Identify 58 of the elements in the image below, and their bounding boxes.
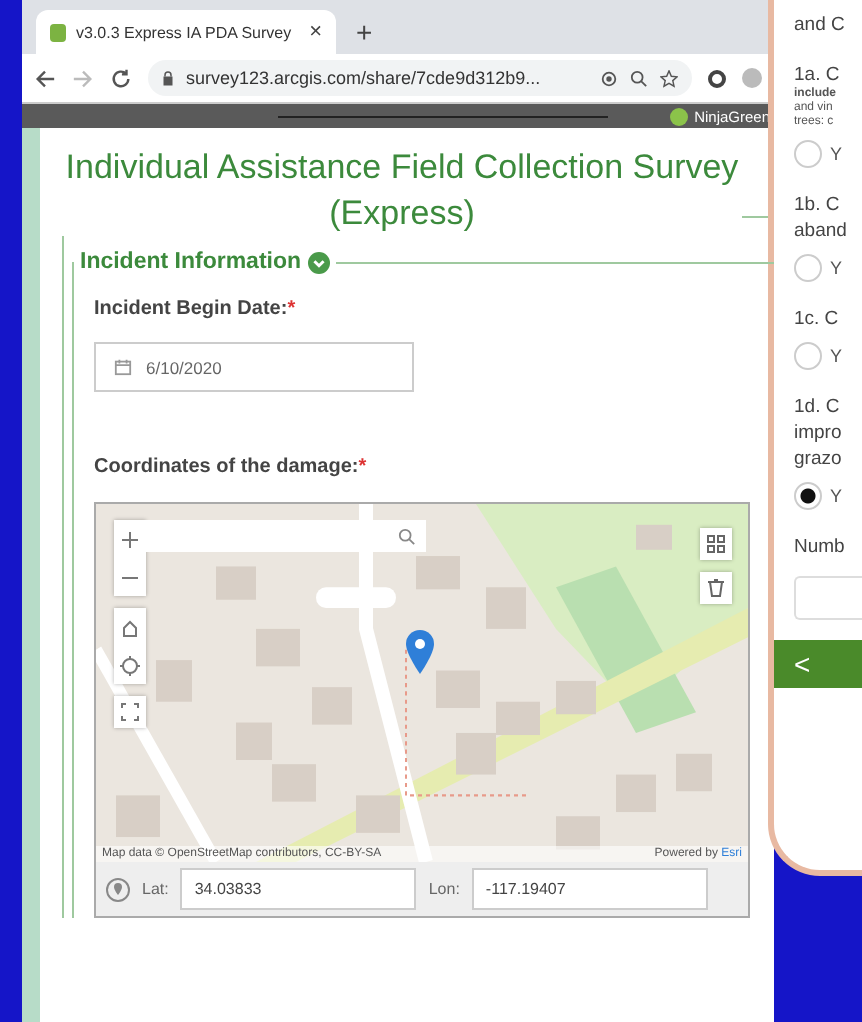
radio-label: Y xyxy=(830,346,843,366)
trash-icon xyxy=(706,578,726,598)
extension-icon[interactable] xyxy=(708,69,726,87)
reload-icon[interactable] xyxy=(110,67,132,89)
radio-button[interactable] xyxy=(794,254,822,282)
radio-button[interactable] xyxy=(794,140,822,168)
back-icon[interactable] xyxy=(34,67,56,89)
radio-button[interactable] xyxy=(794,342,822,370)
radio-button[interactable] xyxy=(794,482,822,510)
radio-label: Y xyxy=(830,144,843,164)
date-field[interactable]: 6/10/2020 xyxy=(94,342,414,392)
fullscreen-icon xyxy=(120,702,140,722)
lat-label: Lat: xyxy=(142,880,169,898)
question-title: Numb xyxy=(794,534,847,560)
address-bar[interactable]: survey123.arcgis.com/share/7cde9d312b9... xyxy=(148,60,692,96)
latitude-field[interactable]: 34.03833 xyxy=(180,868,417,910)
question-text: impro xyxy=(794,420,844,446)
profile-avatar-icon xyxy=(670,107,689,125)
survey-favicon-icon xyxy=(50,23,66,41)
number-field[interactable] xyxy=(794,576,862,620)
radio-label: Y xyxy=(830,258,843,278)
longitude-field[interactable]: -117.19407 xyxy=(471,868,708,910)
search-icon[interactable] xyxy=(398,527,416,545)
fullscreen-button[interactable] xyxy=(114,696,146,728)
question-title: 1d. C xyxy=(794,394,842,420)
url-text: survey123.arcgis.com/share/7cde9d312b9... xyxy=(186,68,543,88)
star-icon[interactable] xyxy=(660,69,678,87)
lon-label: Lon: xyxy=(428,880,460,898)
locate-icon[interactable] xyxy=(120,655,140,675)
zoom-in-icon[interactable] xyxy=(120,529,140,549)
back-button[interactable]: < xyxy=(794,648,811,680)
calendar-icon xyxy=(114,358,132,376)
question-title: 1a. C xyxy=(794,62,842,87)
question-title: 1c. C xyxy=(794,306,841,332)
question-text: aband xyxy=(794,218,849,244)
section-title[interactable]: Incident Information xyxy=(70,250,302,274)
close-tab-button[interactable]: × xyxy=(309,20,322,44)
lock-icon xyxy=(162,70,174,86)
radio-label: Y xyxy=(830,486,843,506)
field-label: Incident Begin Date:* xyxy=(94,298,298,320)
home-icon[interactable] xyxy=(120,617,140,637)
date-value: 6/10/2020 xyxy=(146,357,222,377)
question-title: 1b. C xyxy=(794,192,842,218)
zoom-icon[interactable] xyxy=(630,69,648,87)
browser-tab[interactable]: v3.0.3 Express IA PDA Survey × xyxy=(36,10,336,54)
map-search-field[interactable] xyxy=(146,520,426,552)
grid-icon xyxy=(706,534,726,554)
collapse-toggle-icon[interactable] xyxy=(307,251,330,273)
basemap-button[interactable] xyxy=(700,528,732,560)
location-target-icon[interactable] xyxy=(600,69,618,87)
tab-title: v3.0.3 Express IA PDA Survey xyxy=(76,23,294,41)
new-tab-button[interactable]: + xyxy=(356,16,373,48)
clear-button[interactable] xyxy=(700,572,732,604)
question-text: and C xyxy=(794,12,847,38)
map-pin-icon xyxy=(406,630,434,674)
question-text: grazo xyxy=(794,446,844,472)
field-label: Coordinates of the damage:* xyxy=(94,456,369,478)
location-pin-icon[interactable] xyxy=(106,877,130,901)
